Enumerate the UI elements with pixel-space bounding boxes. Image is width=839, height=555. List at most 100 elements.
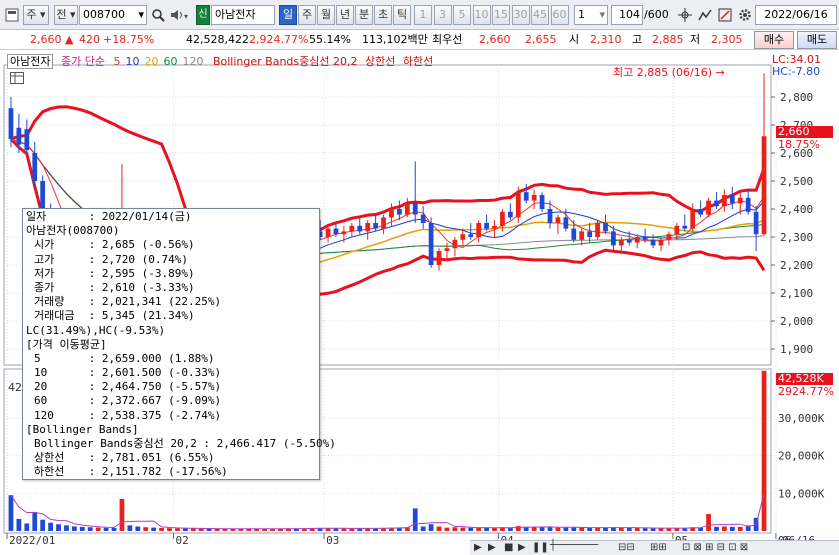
interval-button-1[interactable]: 3 <box>433 5 452 25</box>
volume-bar <box>95 527 101 531</box>
candle-body <box>381 217 386 229</box>
zoom-in-icon[interactable]: ⊞⊞ <box>650 542 667 553</box>
gear-icon[interactable] <box>736 5 754 25</box>
scroll-bar[interactable]: ▶ ▶ ■ ▶ ❚❚ ┼─────── ⊟⊟ ⊞⊞ ⊡ ⊠ ⊞ ⊟ ⊡ ⊠ <box>470 540 839 555</box>
candle-body <box>555 217 561 223</box>
period-tab-4[interactable]: 분 <box>355 5 373 25</box>
price-tick-label: 2,500 <box>780 175 813 188</box>
info-ma-header: [가격 이동평균] <box>26 337 107 351</box>
candle-body <box>365 223 371 232</box>
period-tab-0[interactable]: 일 <box>279 5 297 25</box>
ma-label: 10 <box>34 366 48 380</box>
volume-bar <box>587 527 593 531</box>
candle-body <box>690 209 696 229</box>
candle-body <box>436 251 442 265</box>
stock-name-field[interactable]: 아남전자 <box>211 5 275 25</box>
table-view-icon[interactable] <box>10 72 24 87</box>
candle-body <box>595 223 600 237</box>
candle-body <box>753 211 759 235</box>
volume-bar <box>722 526 727 531</box>
volume-bar <box>603 527 608 531</box>
ma-value: 2,659.000 (1.88%) <box>101 351 215 365</box>
candle-body <box>333 228 339 235</box>
volume-bar <box>167 528 172 531</box>
candle-body <box>579 231 585 240</box>
price-tag-pct: 18.75% <box>778 138 820 151</box>
period-tab-3[interactable]: 년 <box>336 5 354 25</box>
legend-lower: 하한선 <box>402 55 434 68</box>
ohlc-row-2: 저가 : 2,595 (-3.89%) <box>34 266 195 280</box>
interval-button-0[interactable]: 1 <box>414 5 432 25</box>
scroll-start-icon[interactable]: ▶ <box>474 542 482 553</box>
volume-tick-label: 10,000K <box>778 487 825 500</box>
volume-bar <box>64 525 69 531</box>
interval-button-3[interactable]: 10 <box>472 5 491 25</box>
market-select[interactable]: 주 ▾ <box>23 5 49 25</box>
interval-select[interactable]: 1 ▾ <box>574 5 608 25</box>
volume-bar <box>206 528 212 531</box>
x-tick-label: 03 <box>326 534 339 547</box>
volume-bar <box>476 527 482 531</box>
volume-bar <box>190 528 196 531</box>
volume-bar <box>468 527 474 531</box>
best-ask: 2,660 <box>479 33 511 46</box>
volume-bar <box>341 528 347 531</box>
period-tab-5[interactable]: 초 <box>374 5 392 25</box>
sell-button[interactable]: 매도 <box>797 31 837 49</box>
date-input[interactable]: 2022/06/16 <box>755 5 837 25</box>
up-arrow-icon: ▲ <box>65 33 74 46</box>
line-tool-icon[interactable] <box>696 5 714 25</box>
interval-button-6[interactable]: 45 <box>531 5 549 25</box>
interval-button-4[interactable]: 15 <box>492 5 510 25</box>
crosshair-icon[interactable] <box>676 5 694 25</box>
info-date-row: 일자 : 2022/01/14(금) <box>26 210 192 223</box>
pause-icon[interactable]: ❚❚ <box>532 542 549 553</box>
prev-select[interactable]: 전 ▾ <box>54 5 78 25</box>
volume-bar <box>32 512 38 531</box>
volume-bar <box>151 527 157 531</box>
code-input[interactable]: 008700 ▾ <box>79 5 147 25</box>
info-bb-lower-row: 하한선 : 2,151.782 (-17.56%) <box>34 465 228 479</box>
window-icon[interactable] <box>3 5 21 25</box>
info-bb-lower-value: 2,151.782 (-17.56%) <box>101 465 228 479</box>
buy-button[interactable]: 매수 <box>754 31 794 49</box>
legend-bb: Bollinger Bands중심선 20,2 <box>212 55 358 68</box>
zoom-out-icon[interactable]: ⊟⊟ <box>618 542 635 553</box>
scroll-end-icon[interactable]: ▶ <box>518 542 526 553</box>
volume-bar <box>103 527 109 531</box>
interval-button-7[interactable]: 60 <box>550 5 569 25</box>
high-price: 2,885 <box>652 33 684 46</box>
volume-bar <box>72 526 77 531</box>
period-tab-1[interactable]: 주 <box>298 5 316 25</box>
dropdown-icon: ▾ <box>138 8 144 21</box>
candle-body <box>666 234 672 240</box>
ohlc-label: 저가 <box>34 266 55 280</box>
period-tab-2[interactable]: 월 <box>317 5 335 25</box>
volume-bar <box>714 526 719 531</box>
period-tab-6[interactable]: 틱 <box>393 5 411 25</box>
draw-icon[interactable] <box>716 5 734 25</box>
zoom-slider[interactable]: ┼─────── <box>550 540 610 551</box>
candle-body <box>492 225 497 229</box>
view-toggle-icons[interactable]: ⊡ ⊠ ⊞ ⊟ ⊡ ⊠ <box>682 542 748 553</box>
stop-icon[interactable]: ■ <box>504 542 513 553</box>
info-date-label: 일자 <box>26 210 47 223</box>
info-bb-upper-value: 2,781.051 (6.55%) <box>101 451 215 465</box>
volume-bar <box>626 527 632 531</box>
x-tick-label: 02 <box>175 534 188 547</box>
scroll-right-icon[interactable]: ▶ <box>488 542 496 553</box>
interval-button-2[interactable]: 5 <box>453 5 471 25</box>
speaker-icon[interactable]: ▾ <box>168 5 192 25</box>
ohlc-row-5: 거래대금 : 5,345 (21.34%) <box>34 309 195 323</box>
candle-body <box>523 192 529 201</box>
candle-body <box>397 209 402 215</box>
price-tag: 2,660 <box>776 126 833 138</box>
interval-button-5[interactable]: 30 <box>511 5 530 25</box>
low-label: 저 <box>690 33 701 46</box>
candle-body <box>611 231 616 246</box>
low-price: 2,305 <box>711 33 743 46</box>
count-input[interactable]: 104 <box>611 5 643 25</box>
volume-pct: 2,924.77% <box>249 33 309 46</box>
search-icon[interactable] <box>149 5 167 25</box>
ohlc-value: 2,595 (-3.89%) <box>101 266 195 280</box>
